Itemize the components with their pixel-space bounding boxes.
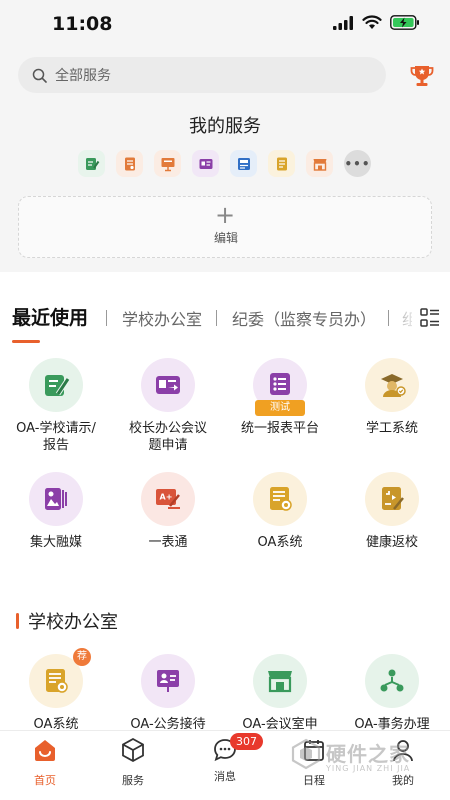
search-bar[interactable]: 全部服务 — [18, 57, 386, 93]
tab-school-office[interactable]: 学校办公室 — [122, 306, 202, 330]
nav-home[interactable]: 首页 — [10, 737, 80, 788]
edit-doc-icon — [29, 358, 83, 412]
tile-label: 集大融媒 — [29, 535, 82, 550]
tile-label: OA-学校请示/ — [16, 421, 96, 436]
unread-count-badge: 307 — [230, 733, 263, 750]
storefront-icon[interactable] — [306, 150, 333, 177]
service-tile-meeting-room[interactable]: OA-会议室申 — [224, 654, 336, 730]
category-tabs: 最近使用 学校办公室 纪委（监察专员办） 组 — [0, 300, 450, 343]
top-area: 全部服务 我的服务 ••• + 编辑 — [0, 50, 450, 272]
svg-text:A+: A+ — [160, 493, 173, 502]
nav-messages[interactable]: 307 消息 — [190, 733, 263, 784]
nav-profile[interactable]: 我的 — [368, 737, 438, 788]
edit-services-button[interactable]: + 编辑 — [18, 196, 432, 258]
service-tile-oa-report[interactable]: OA-学校请示/报告 — [0, 358, 112, 454]
oa-doc-icon: 荐 — [29, 648, 91, 708]
tile-label: OA-公务接待 — [130, 717, 206, 730]
service-tile-oa-system-office[interactable]: 荐 OA系统 — [0, 648, 112, 730]
document-icon[interactable] — [116, 150, 143, 177]
health-doc-icon — [365, 472, 419, 526]
tile-label: OA系统 — [257, 535, 303, 550]
video-card-icon[interactable] — [192, 150, 219, 177]
service-tile-media[interactable]: 集大融媒 — [0, 472, 112, 551]
tile-label-line2: 题申请 — [148, 438, 188, 453]
battery-charging-icon — [390, 15, 419, 30]
status-bar: 11:08 — [0, 0, 450, 50]
category-menu-icon[interactable] — [420, 308, 440, 328]
cellular-signal-icon — [333, 15, 353, 30]
edit-label: 编辑 — [213, 231, 238, 245]
tab-recent[interactable]: 最近使用 — [12, 303, 88, 330]
favorite-services-row: ••• — [78, 150, 371, 177]
plus-icon: + — [215, 201, 236, 229]
recommended-badge: 荐 — [73, 648, 91, 666]
search-icon — [32, 68, 47, 83]
service-tile-health-return[interactable]: 健康返校 — [336, 472, 448, 551]
home-icon — [35, 740, 55, 761]
service-tile-president-meeting[interactable]: 校长办公会议 题申请 — [112, 358, 224, 454]
reception-icon — [141, 654, 195, 708]
media-icon — [29, 472, 83, 526]
service-tile-report-platform[interactable]: 测试 统一报表平台 — [224, 358, 336, 437]
nav-label: 我的 — [392, 774, 414, 787]
nav-label: 日程 — [303, 774, 325, 787]
nav-schedule[interactable]: 日程 — [279, 737, 349, 788]
oa-doc-icon — [253, 472, 307, 526]
nav-services[interactable]: 服务 — [98, 737, 168, 788]
tile-label: 一表通 — [148, 535, 188, 550]
meeting-room-icon — [253, 654, 307, 708]
nav-label: 首页 — [34, 774, 56, 787]
active-tab-indicator — [12, 340, 40, 343]
grade-board-icon: A+ — [141, 472, 195, 526]
nav-label: 消息 — [214, 770, 236, 783]
service-tile-reception[interactable]: OA-公务接待 — [112, 654, 224, 730]
tile-label: OA-会议室申 — [242, 717, 318, 730]
notes-icon[interactable] — [268, 150, 295, 177]
tab-divider — [106, 310, 107, 326]
service-tile-affairs[interactable]: OA-事务办理 — [336, 654, 448, 730]
search-placeholder: 全部服务 — [55, 68, 111, 84]
service-tile-oa-system[interactable]: OA系统 — [224, 472, 336, 551]
wifi-icon — [362, 15, 382, 29]
tab-divider — [388, 310, 389, 326]
tab-discipline[interactable]: 纪委（监察专员办） — [232, 306, 376, 330]
id-card-icon[interactable] — [230, 150, 257, 177]
tile-label: OA系统 — [33, 717, 79, 730]
tile-label-line2: 报告 — [42, 438, 69, 453]
section-title: 学校办公室 — [28, 612, 118, 633]
workflow-icon — [365, 654, 419, 708]
status-time: 11:08 — [52, 13, 113, 35]
graduate-icon — [365, 358, 419, 412]
presentation-icon[interactable] — [154, 150, 181, 177]
bottom-nav: 首页 服务 307 消息 日程 我的 — [0, 730, 450, 800]
my-services-title: 我的服务 — [189, 116, 261, 137]
test-badge: 测试 — [255, 400, 305, 416]
tile-label: 健康返校 — [365, 535, 418, 550]
edit-doc-icon[interactable] — [78, 150, 105, 177]
calendar-icon — [304, 740, 324, 761]
services-content: 最近使用 学校办公室 纪委（监察专员办） 组 OA-学校请示/报告 校长办公会议… — [0, 272, 450, 730]
video-card-icon — [141, 358, 195, 412]
list-icon: 测试 — [253, 358, 307, 416]
status-icons — [332, 15, 420, 30]
service-tile-one-form[interactable]: A+ 一表通 — [112, 472, 224, 551]
user-icon — [393, 740, 413, 762]
section-school-office: 学校办公室 — [16, 608, 118, 634]
nav-label: 服务 — [122, 774, 144, 787]
tile-label: 学工系统 — [365, 421, 418, 436]
trophy-icon[interactable] — [408, 62, 436, 90]
tile-label: 统一报表平台 — [240, 421, 319, 436]
tile-label: OA-事务办理 — [354, 717, 430, 730]
more-services-button[interactable]: ••• — [344, 150, 371, 177]
cube-icon — [122, 737, 144, 763]
tile-label: 校长办公会议 — [128, 421, 207, 436]
service-tile-student-affairs[interactable]: 学工系统 — [336, 358, 448, 437]
tab-divider — [216, 310, 217, 326]
